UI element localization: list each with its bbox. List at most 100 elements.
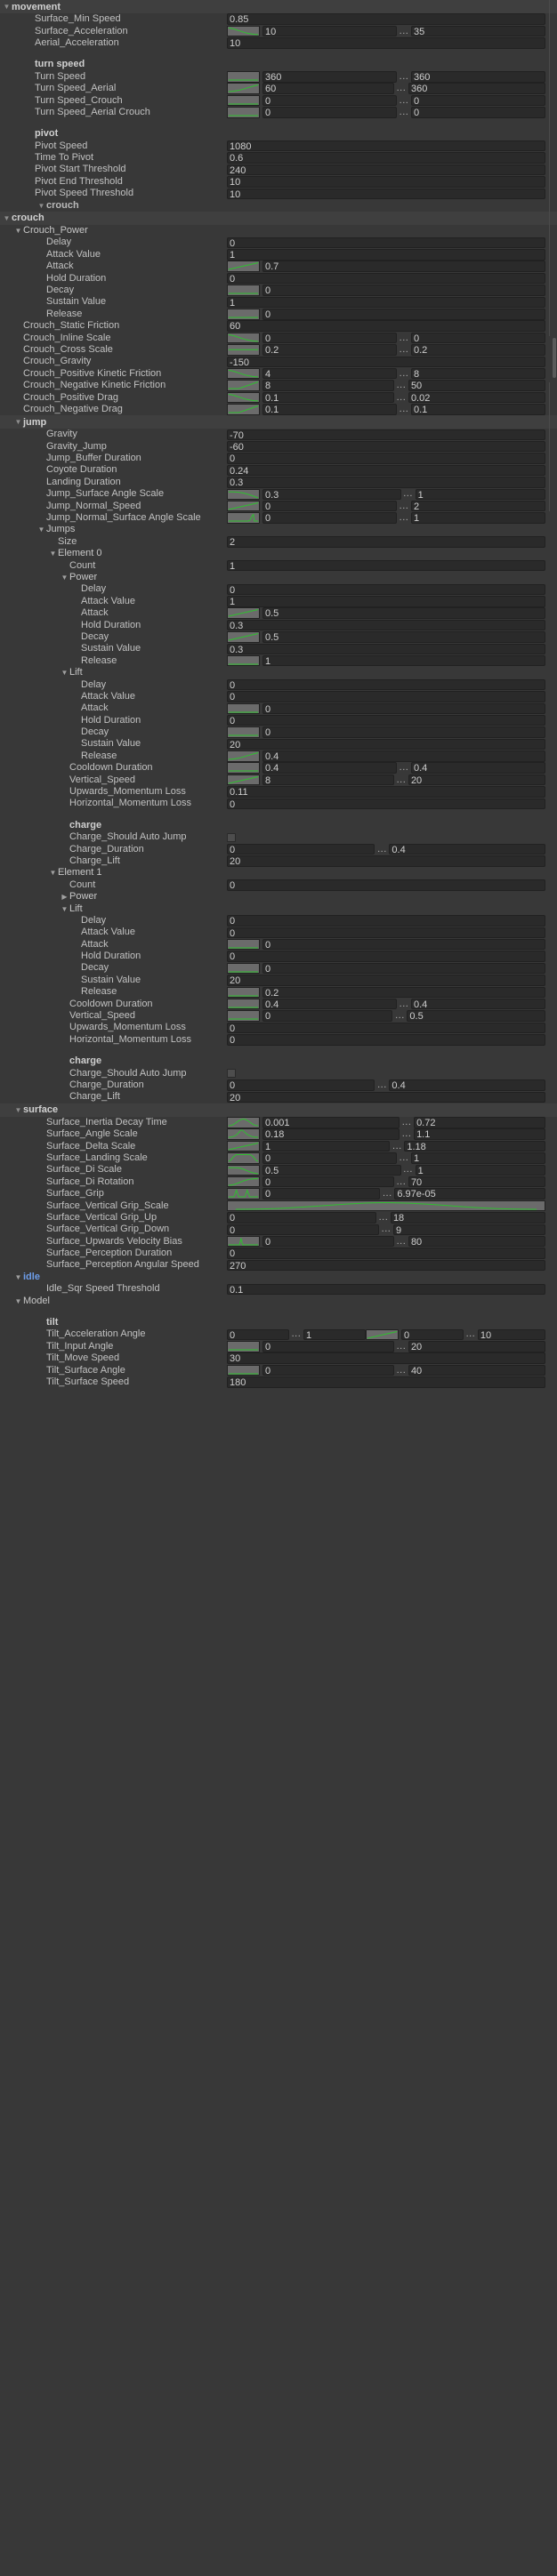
value-field[interactable]: 0	[227, 927, 545, 939]
min-value-field[interactable]: 0	[262, 107, 397, 118]
chevron-down-icon[interactable]: ▼	[36, 200, 46, 212]
min-value-field[interactable]: 8	[262, 380, 394, 391]
value-field[interactable]: 1	[227, 296, 545, 309]
max-value-field[interactable]: 0.4	[411, 998, 545, 1010]
value-field[interactable]: 0.85	[227, 13, 545, 25]
animation-curve-swatch[interactable]	[227, 25, 260, 37]
value-field[interactable]: 0	[227, 915, 545, 927]
animation-curve-swatch[interactable]	[227, 654, 260, 667]
min-value-field[interactable]: 10	[262, 25, 397, 37]
value-field[interactable]: 0.6	[227, 152, 545, 164]
value-field[interactable]: 0.4	[262, 750, 545, 762]
animation-curve-swatch[interactable]	[227, 380, 260, 391]
animation-curve-swatch[interactable]	[227, 71, 260, 83]
animation-curve-swatch[interactable]	[227, 261, 260, 272]
value-field[interactable]: 0.1	[227, 1283, 545, 1295]
max-value-field[interactable]: 360	[408, 83, 546, 94]
chevron-down-icon[interactable]: ▼	[60, 572, 69, 583]
min-value-field[interactable]: 0	[227, 1079, 375, 1091]
chevron-down-icon[interactable]: ▼	[60, 903, 69, 915]
chevron-down-icon[interactable]: ▼	[2, 1, 12, 12]
max-value-field[interactable]: 0.2	[411, 344, 545, 356]
animation-curve-swatch[interactable]	[227, 1164, 260, 1176]
animation-curve-swatch[interactable]	[227, 702, 260, 715]
max-value-field[interactable]: 50	[408, 380, 545, 391]
animation-curve-swatch[interactable]	[227, 1341, 260, 1352]
animation-curve-swatch[interactable]	[227, 1235, 260, 1248]
section-movement[interactable]: ▼ movement	[0, 0, 557, 13]
value-field[interactable]: 20	[227, 975, 545, 986]
value-field[interactable]: 1	[262, 654, 545, 667]
value-field[interactable]: 0	[227, 798, 545, 810]
min-value-field[interactable]: 0	[262, 1235, 394, 1248]
max-value-field[interactable]: 1.18	[404, 1140, 546, 1152]
min-value-field[interactable]: 8	[262, 774, 394, 786]
max-value-field[interactable]: 6.97e-05	[394, 1188, 545, 1200]
value-field[interactable]: 0	[227, 951, 545, 962]
max-value-field[interactable]: 0.02	[408, 391, 545, 404]
animation-curve-swatch[interactable]	[227, 94, 260, 107]
foldout-toggle[interactable]: ▼ crouch	[0, 199, 557, 211]
value-field[interactable]: 20	[227, 738, 545, 750]
foldout-toggle[interactable]: ▼ Lift	[0, 667, 557, 678]
min-value-field[interactable]: 0.1	[262, 404, 397, 415]
chevron-down-icon[interactable]: ▼	[13, 1104, 23, 1116]
animation-curve-swatch[interactable]	[227, 309, 260, 320]
min-value-field[interactable]: 0	[262, 1341, 394, 1352]
max-value-field[interactable]: 2	[411, 500, 545, 512]
animation-curve-swatch[interactable]	[227, 1152, 260, 1164]
min-value-field[interactable]: 0	[262, 1188, 381, 1200]
animation-curve-swatch[interactable]	[227, 607, 260, 619]
value-field[interactable]: 240	[227, 164, 545, 176]
chevron-down-icon[interactable]: ▼	[48, 548, 58, 559]
section-crouch[interactable]: ▼ crouch	[0, 211, 557, 225]
animation-curve-swatch[interactable]	[227, 488, 260, 500]
value-field[interactable]: 0	[227, 1022, 545, 1034]
chevron-down-icon[interactable]: ▼	[13, 416, 23, 428]
min-value-field[interactable]: 0	[262, 1364, 394, 1376]
foldout-toggle[interactable]: ▼ Lift	[0, 903, 557, 914]
animation-curve-swatch[interactable]	[227, 1117, 260, 1128]
max-value-field[interactable]: 360	[411, 71, 545, 83]
animation-curve-swatch[interactable]	[227, 512, 260, 524]
max-value-field[interactable]: 0.5	[407, 1010, 546, 1022]
chevron-down-icon[interactable]: ▼	[60, 667, 69, 678]
value-field[interactable]: 0.24	[227, 464, 545, 477]
min-value-field[interactable]: 0.001	[262, 1117, 400, 1128]
chevron-down-icon[interactable]: ▼	[36, 524, 46, 535]
animation-curve-swatch[interactable]	[227, 332, 260, 344]
value-field[interactable]: 0	[262, 938, 545, 951]
max-value-field[interactable]: 0	[411, 332, 545, 344]
max-value-field[interactable]: 1	[415, 1164, 546, 1176]
min-value-field[interactable]: 0	[262, 1010, 393, 1022]
value-field[interactable]: -150	[227, 356, 545, 368]
checkbox-toggle[interactable]	[227, 832, 236, 842]
value-field[interactable]: 10	[227, 37, 545, 49]
value-field[interactable]: 0	[227, 714, 545, 726]
chevron-down-icon[interactable]: ▼	[48, 867, 58, 879]
value-field[interactable]: 1	[227, 596, 545, 607]
animation-curve-swatch[interactable]	[227, 404, 260, 415]
chevron-down-icon[interactable]: ▼	[13, 1296, 23, 1307]
value-field[interactable]: -60	[227, 440, 545, 453]
value-field[interactable]: 10	[227, 188, 545, 200]
section-jump[interactable]: ▼ jump	[0, 415, 557, 429]
foldout-toggle[interactable]: ▼ Element 0	[0, 548, 557, 559]
max-value-field[interactable]: 9	[393, 1224, 545, 1236]
min-value-field[interactable]: 0	[262, 94, 397, 107]
animation-curve-swatch[interactable]	[227, 367, 260, 380]
section-surface[interactable]: ▼ surface	[0, 1103, 557, 1117]
checkbox-toggle[interactable]	[227, 1069, 236, 1079]
max-value-field[interactable]: 0.72	[414, 1117, 546, 1128]
value-field[interactable]: 0	[227, 453, 545, 464]
min-value-field[interactable]: 0	[227, 1212, 376, 1224]
vertical-scrollbar-thumb[interactable]	[553, 338, 556, 378]
max-value-field[interactable]: 1	[411, 512, 545, 524]
max-value-field[interactable]: 1	[415, 488, 546, 500]
animation-curve-swatch[interactable]	[227, 938, 260, 951]
value-field[interactable]: 0	[227, 272, 545, 285]
value-field[interactable]: 180	[227, 1376, 545, 1388]
foldout-toggle[interactable]: ▼ Element 1	[0, 867, 557, 879]
max-value-field[interactable]: 1	[411, 1152, 545, 1164]
animation-curve-swatch[interactable]	[227, 762, 260, 774]
